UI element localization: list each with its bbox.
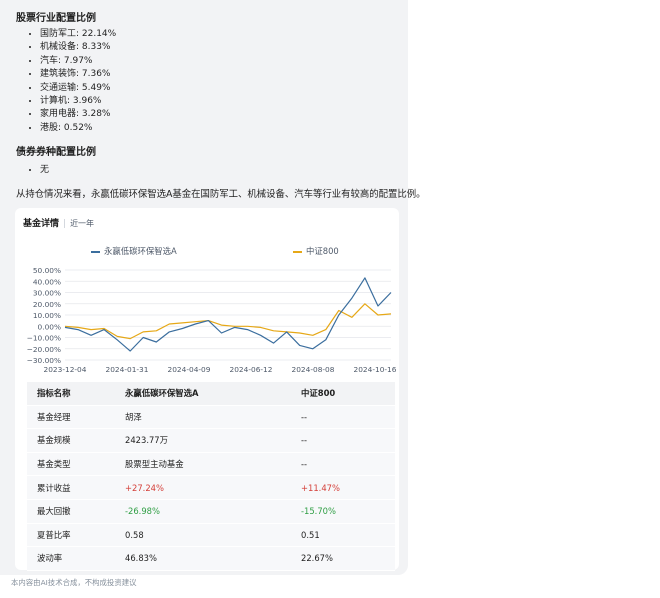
card-header: 基金详情 | 近一年 (23, 216, 94, 229)
fund-value: -26.98% (115, 499, 291, 524)
x-tick-label: 2024-01-31 (106, 365, 149, 374)
list-item: 建筑装饰: 7.36% (40, 68, 116, 81)
metric-name: 夏普比率 (27, 523, 115, 548)
y-tick-label: −20.00% (27, 345, 61, 354)
index-value: +11.47% (291, 475, 395, 500)
bond-section-title: 债券券种配置比例 (16, 147, 96, 158)
list-item: 国防军工: 22.14% (40, 28, 116, 41)
x-tick-label: 2024-08-08 (292, 365, 335, 374)
list-item: 汽车: 7.97% (40, 55, 116, 68)
index-value: 0.51 (291, 523, 395, 548)
column-header: 指标名称 (27, 382, 115, 406)
x-tick-label: 2024-06-12 (230, 365, 273, 374)
stock-allocation-list: 国防军工: 22.14% 机械设备: 8.33% 汽车: 7.97% 建筑装饰:… (28, 28, 116, 135)
index-value: -- (291, 405, 395, 430)
table-row: 夏普比率 0.58 0.51 (27, 523, 395, 548)
legend-item-fund[interactable]: 永赢低碳环保智选A (91, 245, 177, 257)
list-item: 港股: 0.52% (40, 122, 116, 135)
list-item: 交通运输: 5.49% (40, 82, 116, 95)
fund-value: 46.83% (115, 546, 291, 571)
metric-name: 基金类型 (27, 452, 115, 477)
y-tick-label: −30.00% (27, 356, 61, 365)
fund-value: +27.24% (115, 475, 291, 500)
index-value: -- (291, 428, 395, 453)
y-tick-label: 0.00% (38, 322, 61, 331)
list-item: 家用电器: 3.28% (40, 108, 116, 121)
fund-value: 0.58 (115, 523, 291, 548)
metric-name: 基金规模 (27, 428, 115, 453)
y-tick-label: 40.00% (33, 277, 61, 286)
legend-item-index[interactable]: 中证800 (293, 245, 339, 257)
list-item: 计算机: 3.96% (40, 95, 116, 108)
fund-value: 胡泽 (115, 405, 291, 430)
metric-name: 最大回撤 (27, 499, 115, 524)
fund-detail-card: 基金详情 | 近一年 永赢低碳环保智选A 中证800 50.00% 40.00% 30.… (15, 208, 399, 571)
metric-name: 波动率 (27, 546, 115, 571)
legend-swatch (293, 250, 302, 253)
x-tick-label: 2023-12-04 (44, 365, 87, 374)
legend-label: 永赢低碳环保智选A (104, 246, 177, 256)
comparison-table: 指标名称 永赢低碳环保智选A 中证800 基金经理 胡泽 -- 基金规模 242… (27, 382, 395, 571)
y-tick-label: 10.00% (33, 311, 61, 320)
y-tick-label: 20.00% (33, 300, 61, 309)
y-tick-label: −10.00% (27, 334, 61, 343)
index-value: -15.70% (291, 499, 395, 524)
legend-label: 中证800 (306, 246, 339, 256)
bond-allocation-list: 无 (28, 164, 49, 177)
x-tick-label: 2024-10-16 (354, 365, 397, 374)
table-row: 最大回撤 -26.98% -15.70% (27, 499, 395, 524)
fund-value: 2423.77万 (115, 428, 291, 453)
column-header: 中证800 (291, 382, 395, 406)
period-tab[interactable]: 近一年 (70, 219, 94, 228)
stock-section-title: 股票行业配置比例 (16, 13, 96, 24)
y-tick-label: 30.00% (33, 289, 61, 298)
legend-swatch (91, 250, 100, 253)
column-header: 永赢低碳环保智选A (115, 382, 291, 406)
table-row: 波动率 46.83% 22.67% (27, 546, 395, 571)
card-title: 基金详情 (23, 219, 60, 229)
metric-name: 基金经理 (27, 405, 115, 430)
disclaimer: 本内容由AI技术合成，不构成投资建议 (11, 578, 137, 587)
series-line-fund (64, 277, 392, 352)
table-row: 基金类型 股票型主动基金 -- (27, 452, 395, 477)
table-row: 累计收益 +27.24% +11.47% (27, 475, 395, 500)
series-line-index (64, 303, 392, 340)
index-value: 22.67% (291, 546, 395, 571)
index-value: -- (291, 452, 395, 477)
header-divider: | (63, 219, 67, 229)
table-row: 基金规模 2423.77万 -- (27, 428, 395, 453)
y-tick-label: 50.00% (33, 266, 61, 275)
list-item: 机械设备: 8.33% (40, 41, 116, 54)
list-item: 无 (40, 164, 49, 177)
summary-text: 从持仓情况来看，永赢低碳环保智选A基金在国防军工、机械设备、汽车等行业有较高的配… (16, 189, 426, 200)
fund-value: 股票型主动基金 (115, 452, 291, 477)
answer-bubble: 股票行业配置比例 国防军工: 22.14% 机械设备: 8.33% 汽车: 7.… (0, 0, 426, 575)
return-chart[interactable]: 50.00% 40.00% 30.00% 20.00% 10.00% 0.00% −10.0… (15, 260, 399, 380)
x-tick-label: 2024-04-09 (168, 365, 211, 374)
table-header-row: 指标名称 永赢低碳环保智选A 中证800 (27, 382, 395, 406)
metric-name: 累计收益 (27, 475, 115, 500)
table-row: 基金经理 胡泽 -- (27, 405, 395, 430)
